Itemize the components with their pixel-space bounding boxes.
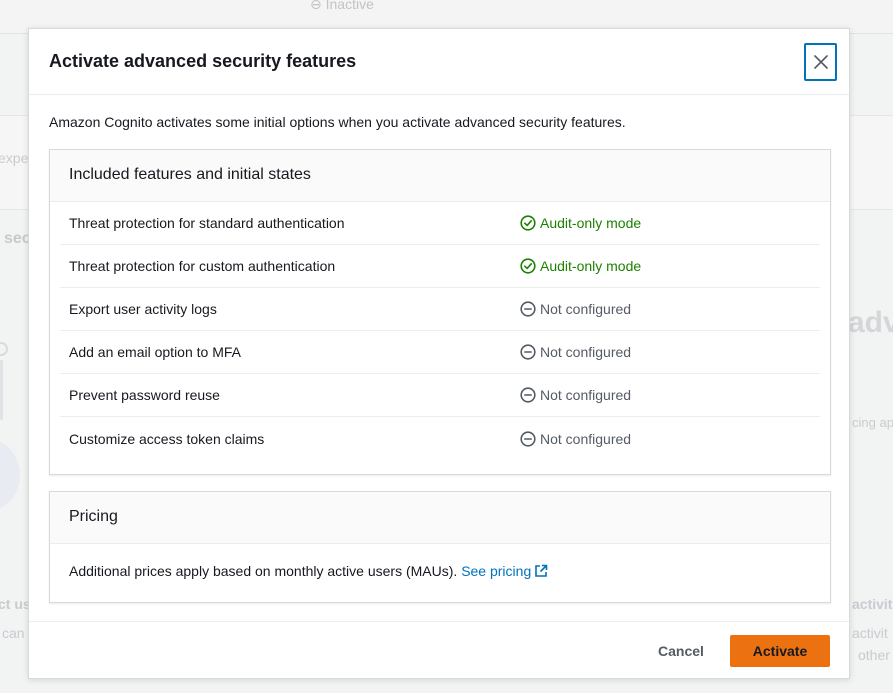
background-fragment: can [2, 625, 25, 641]
modal-footer: Cancel Activate [29, 621, 849, 679]
external-link-icon [535, 564, 548, 577]
feature-state-label: Not configured [540, 301, 632, 317]
feature-row: Export user activity logs Not configured [60, 288, 820, 331]
background-fragment: cing ap [852, 415, 893, 430]
status-success-icon [520, 258, 536, 274]
background-illustration [0, 440, 20, 510]
background-illustration [0, 360, 3, 420]
feature-state-label: Audit-only mode [540, 258, 642, 274]
feature-state: Audit-only mode [520, 215, 641, 231]
features-list: Threat protection for standard authentic… [50, 202, 830, 460]
status-stopped-icon [520, 301, 536, 317]
pricing-text: Additional prices apply based on monthly… [69, 563, 458, 579]
pricing-heading: Pricing [50, 492, 830, 544]
status-stopped-icon [520, 387, 536, 403]
background-fragment: sec [4, 230, 31, 247]
background-fragment: other [858, 647, 890, 663]
feature-state: Not configured [520, 431, 631, 447]
feature-state-label: Not configured [540, 344, 632, 360]
pricing-body: Additional prices apply based on monthly… [50, 544, 830, 579]
activate-button[interactable]: Activate [730, 635, 830, 667]
see-pricing-label: See pricing [461, 563, 532, 579]
feature-row: Threat protection for standard authentic… [60, 202, 820, 245]
activate-security-modal: Activate advanced security features Amaz… [28, 28, 850, 679]
modal-title: Activate advanced security features [49, 51, 357, 71]
see-pricing-link[interactable]: See pricing [461, 563, 548, 579]
background-status: ⊖ Inactive [310, 0, 374, 12]
status-stopped-icon [520, 344, 536, 360]
background-fragment: activit [852, 625, 888, 641]
background-illustration [0, 342, 8, 356]
feature-state: Not configured [520, 344, 631, 360]
feature-name: Add an email option to MFA [69, 344, 241, 360]
feature-name: Threat protection for custom authenticat… [69, 258, 336, 274]
feature-state: Not configured [520, 387, 631, 403]
feature-state-label: Audit-only mode [540, 215, 642, 231]
background-fragment: ct us [0, 596, 31, 612]
feature-row: Prevent password reuse Not configured [60, 374, 820, 417]
status-stopped-icon [520, 430, 536, 447]
status-success-icon [520, 215, 536, 231]
background-heading-fragment: adv [848, 306, 893, 339]
modal-header: Activate advanced security features [29, 29, 849, 95]
background-fragment: activit [852, 596, 893, 612]
feature-row: Threat protection for custom authenticat… [60, 245, 820, 288]
feature-row: Customize access token claims Not configu… [60, 417, 820, 460]
feature-state: Not configured [520, 301, 631, 317]
feature-state-label: Not configured [540, 430, 632, 447]
modal-intro: Amazon Cognito activates some initial op… [49, 114, 626, 130]
close-icon [813, 55, 828, 69]
feature-state-label: Not configured [540, 387, 632, 403]
pricing-container: Pricing Additional prices apply based on… [49, 491, 831, 603]
feature-name: Threat protection for standard authentic… [69, 215, 345, 231]
feature-name: Customize access token claims [69, 430, 265, 447]
cancel-button[interactable]: Cancel [644, 635, 718, 667]
feature-name: Prevent password reuse [69, 387, 220, 403]
close-button[interactable] [804, 43, 837, 81]
feature-name: Export user activity logs [69, 301, 217, 317]
feature-row: Add an email option to MFA Not configured [60, 331, 820, 374]
features-container: Included features and initial states Thr… [49, 149, 831, 475]
features-heading: Included features and initial states [50, 150, 830, 202]
feature-state: Audit-only mode [520, 258, 641, 274]
